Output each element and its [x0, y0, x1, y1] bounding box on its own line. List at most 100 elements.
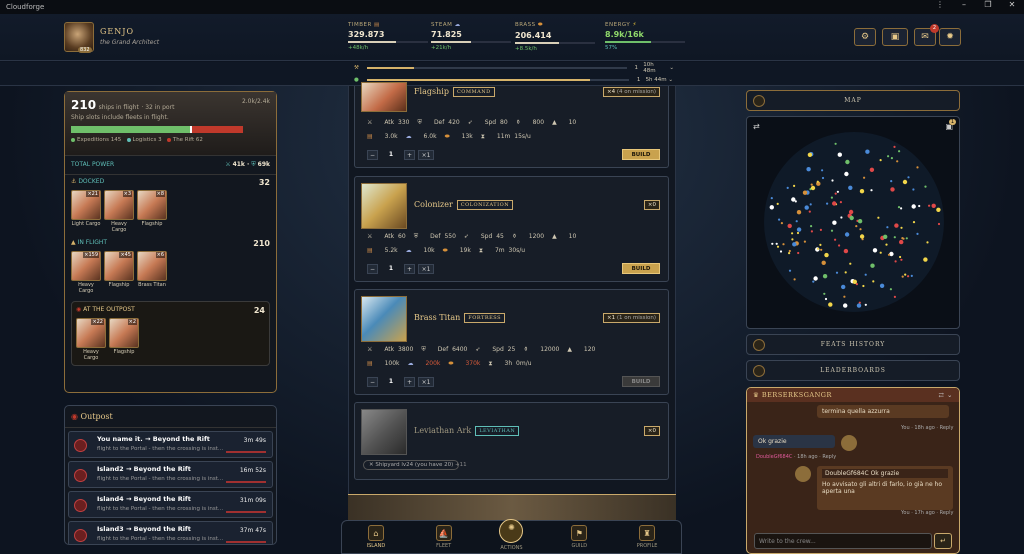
- map-node: [893, 295, 896, 298]
- trip-item[interactable]: Island2 → Beyond the Rift flight to the P…: [68, 461, 273, 488]
- ship-heavy-cargo[interactable]: ×3 Heavy Cargo: [104, 190, 134, 233]
- minus-button[interactable]: −: [367, 150, 378, 160]
- defense-icon: ⛨: [417, 119, 423, 126]
- trip-item[interactable]: You name it. → Beyond the Rift flight to …: [68, 431, 273, 458]
- nav-island[interactable]: ⌂ ISLAND: [342, 521, 410, 553]
- anchor-icon: ⚓: [71, 178, 77, 185]
- map-canvas[interactable]: [747, 117, 960, 329]
- trip-item[interactable]: Island3 → Beyond the Rift flight to the P…: [68, 521, 273, 544]
- minus-button[interactable]: −: [367, 264, 378, 274]
- ship-light-cargo[interactable]: ×21 Light Cargo: [71, 190, 101, 233]
- ship-image: [361, 296, 407, 342]
- map-node: [807, 152, 813, 157]
- outpost-section: ◉ AT THE OUTPOST 24 ×22 Heavy Cargo ×2 Flag…: [71, 301, 270, 366]
- build-button[interactable]: BUILD: [622, 263, 660, 274]
- outpost-title: Outpost: [80, 412, 113, 421]
- maximize-icon[interactable]: ❐: [976, 0, 1000, 9]
- max-button[interactable]: ×1: [418, 150, 434, 160]
- avatar[interactable]: [795, 466, 811, 482]
- map-node: [905, 237, 908, 240]
- map-node: [872, 280, 875, 283]
- build-button[interactable]: BUILD: [622, 376, 660, 387]
- attack-icon: ⚔: [367, 119, 373, 126]
- player-title: the Grand Architect: [100, 39, 160, 46]
- quantity-stepper[interactable]: −1 + ×1: [367, 377, 434, 387]
- map-node: [900, 207, 903, 210]
- quantity-stepper[interactable]: −1 + ×1: [367, 264, 434, 274]
- avatar[interactable]: [841, 435, 857, 451]
- quantity-input[interactable]: 1: [381, 150, 401, 160]
- chevron-down-icon[interactable]: ⌄: [669, 65, 674, 71]
- resource-energy: ENERGY ⚡ 8.9k/16k 57%: [605, 22, 695, 51]
- trip-progress: [226, 481, 266, 483]
- plus-button[interactable]: +: [404, 377, 415, 387]
- nav-fleet[interactable]: ⛵ FLEET: [410, 521, 478, 553]
- ship-flagship[interactable]: ×45 Flagship: [104, 251, 134, 294]
- map-node: [796, 210, 802, 215]
- trip-progress: [226, 541, 266, 543]
- fuel-icon: ▲: [567, 346, 572, 353]
- map-node: [834, 142, 837, 145]
- leaderboards-button[interactable]: LEADERBOARDS: [746, 360, 960, 381]
- chevron-down-icon[interactable]: ⌄: [668, 77, 673, 83]
- map-node: [819, 243, 822, 246]
- chat-controls[interactable]: ⇄ ⌄: [939, 391, 953, 399]
- max-button[interactable]: ×1: [418, 264, 434, 274]
- map-icon: [753, 95, 765, 107]
- minus-button[interactable]: −: [367, 377, 378, 387]
- queue-row[interactable]: ⚒ 1 10h 48m ⌄: [354, 62, 674, 74]
- quantity-input[interactable]: 1: [381, 264, 401, 274]
- timber-icon: ▤: [367, 360, 373, 367]
- map-node: [889, 288, 892, 291]
- mail-button[interactable]: ✉ 2: [914, 24, 939, 46]
- map-node: [887, 253, 891, 256]
- map-node: [796, 231, 800, 235]
- timber-icon: ▤: [367, 247, 373, 254]
- map-header[interactable]: MAP: [746, 90, 960, 111]
- attack-icon: ⚔: [367, 346, 373, 353]
- plus-button[interactable]: +: [404, 264, 415, 274]
- map-node: [843, 303, 848, 308]
- map-node: [926, 241, 929, 244]
- capacity-bar: [71, 126, 243, 133]
- map-node: [769, 205, 774, 210]
- feats-history-button[interactable]: FEATS HISTORY: [746, 334, 960, 355]
- defense-icon: ⛨: [421, 346, 426, 353]
- map-node: [843, 248, 849, 254]
- trip-item[interactable]: Island4 → Beyond the Rift flight to the P…: [68, 491, 273, 518]
- ship-flagship[interactable]: ×8 Flagship: [137, 190, 167, 233]
- quantity-input[interactable]: 1: [381, 377, 401, 387]
- nav-guild[interactable]: ⚑ GUILD: [545, 521, 613, 553]
- map-node: [806, 167, 811, 172]
- more-icon[interactable]: ⋮: [928, 0, 952, 9]
- max-button[interactable]: ×1: [418, 377, 434, 387]
- settings-button[interactable]: ✹: [939, 28, 961, 46]
- trip-progress: [226, 451, 266, 453]
- steam-icon: ☁: [405, 247, 412, 254]
- ship-heavy-cargo[interactable]: ×159 Heavy Cargo: [71, 251, 101, 294]
- nav-profile[interactable]: ♜ PROFILE: [613, 521, 681, 553]
- chat-input[interactable]: Write to the crew...: [754, 533, 932, 549]
- nav-actions[interactable]: ✺ ACTIONS: [478, 519, 546, 553]
- close-icon[interactable]: ✕: [1000, 0, 1024, 9]
- ship-heavy-cargo[interactable]: ×22 Heavy Cargo: [76, 318, 106, 361]
- map-node: [918, 204, 921, 208]
- send-button[interactable]: ↵: [934, 533, 952, 549]
- map-node: [828, 302, 833, 307]
- map-node: [912, 221, 916, 224]
- map-node: [809, 203, 812, 206]
- ship-flagship[interactable]: ×2 Flagship: [109, 318, 139, 361]
- map-node: [870, 189, 873, 192]
- fuel-icon: ▲: [552, 119, 557, 126]
- quantity-stepper[interactable]: −1 + ×1: [367, 150, 434, 160]
- galaxy-map[interactable]: ⇄ ▣ 1: [746, 116, 960, 329]
- flight-icon: ▲: [71, 239, 76, 246]
- ship-brass-titan[interactable]: ×6 Brass Titan: [137, 251, 167, 294]
- build-button[interactable]: BUILD: [622, 149, 660, 160]
- swap-icon[interactable]: ⇄: [753, 122, 760, 131]
- plus-button[interactable]: +: [404, 150, 415, 160]
- gift-button[interactable]: ⚙: [854, 28, 876, 46]
- minimize-icon[interactable]: –: [952, 0, 976, 9]
- map-node: [907, 176, 910, 179]
- chest-button[interactable]: ▣: [882, 28, 908, 46]
